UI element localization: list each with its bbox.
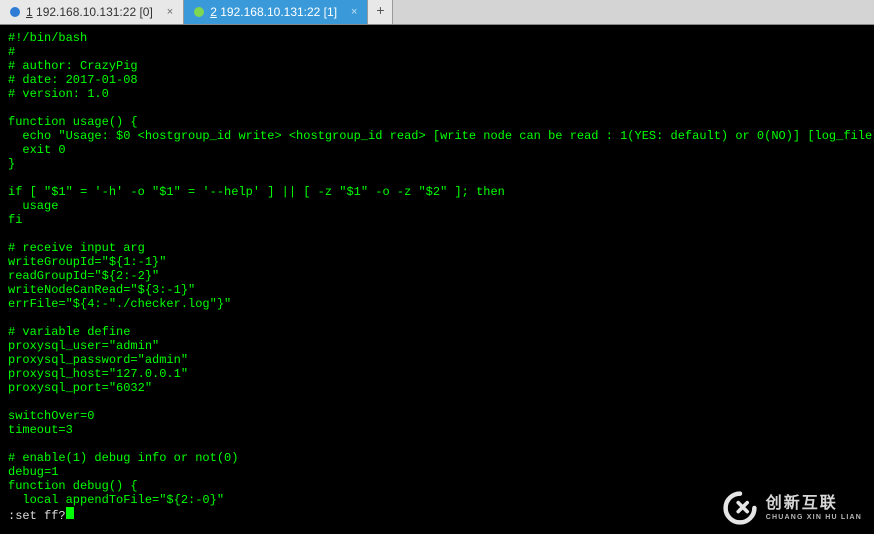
- status-dot-icon: [194, 7, 204, 17]
- vim-command-line: :set ff?: [8, 509, 66, 523]
- tab-label: 1 192.168.10.131:22 [0]: [26, 5, 153, 19]
- terminal-viewport[interactable]: #!/bin/bash # # author: CrazyPig # date:…: [0, 25, 874, 529]
- terminal-content: #!/bin/bash # # author: CrazyPig # date:…: [8, 31, 866, 507]
- tab-label: 2 192.168.10.131:22 [1]: [210, 5, 337, 19]
- tab-1[interactable]: 2 192.168.10.131:22 [1] ×: [184, 0, 368, 24]
- close-icon[interactable]: ×: [167, 6, 173, 18]
- status-dot-icon: [10, 7, 20, 17]
- tab-0[interactable]: 1 192.168.10.131:22 [0] ×: [0, 0, 184, 24]
- close-icon[interactable]: ×: [351, 6, 357, 18]
- cursor-icon: [66, 507, 74, 519]
- tab-bar: 1 192.168.10.131:22 [0] × 2 192.168.10.1…: [0, 0, 874, 25]
- new-tab-button[interactable]: +: [368, 0, 393, 24]
